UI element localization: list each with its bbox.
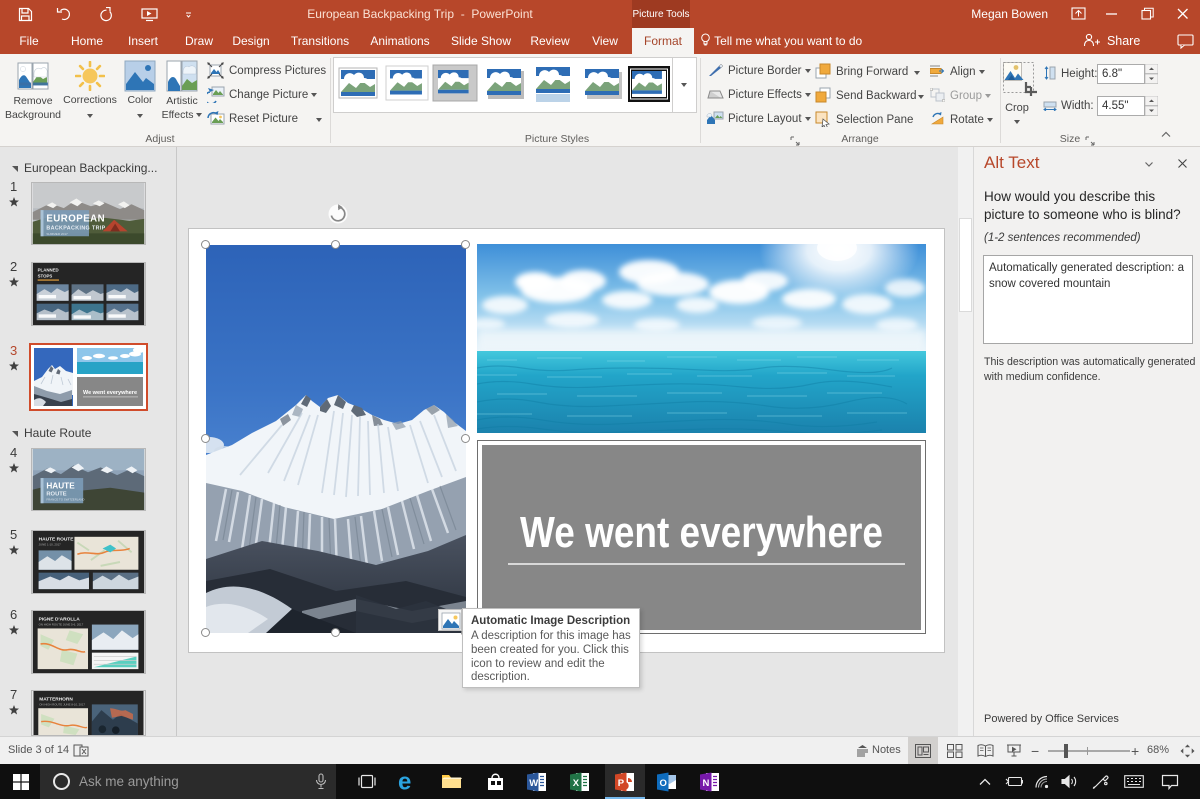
svg-text:X: X: [573, 778, 580, 789]
svg-text:ON HIGH ROUTE JUNE 5-6, 2017: ON HIGH ROUTE JUNE 5-6, 2017: [39, 623, 84, 627]
svg-text:ON HIGH ROUTE JUNE 8-10, 2017: ON HIGH ROUTE JUNE 8-10, 2017: [39, 702, 85, 706]
svg-text:FRANCE TO SWITZERLAND: FRANCE TO SWITZERLAND: [46, 497, 84, 501]
svg-text:JUNE 1-10, 2017: JUNE 1-10, 2017: [39, 543, 62, 547]
svg-text:We went everywhere: We went everywhere: [83, 390, 137, 396]
svg-text:STOPS: STOPS: [38, 274, 53, 279]
svg-text:PLANNED: PLANNED: [38, 268, 59, 273]
svg-text:e: e: [398, 771, 411, 793]
svg-text:HAUTE: HAUTE: [46, 482, 75, 491]
svg-text:P: P: [618, 778, 625, 789]
svg-text:EUROPEAN: EUROPEAN: [46, 214, 105, 225]
svg-text:W: W: [529, 778, 538, 789]
svg-text:BACKPACKING TRIP: BACKPACKING TRIP: [46, 225, 105, 231]
svg-text:O: O: [660, 778, 667, 789]
svg-text:SUMMER 2017: SUMMER 2017: [46, 232, 68, 236]
svg-text:N: N: [703, 778, 710, 789]
